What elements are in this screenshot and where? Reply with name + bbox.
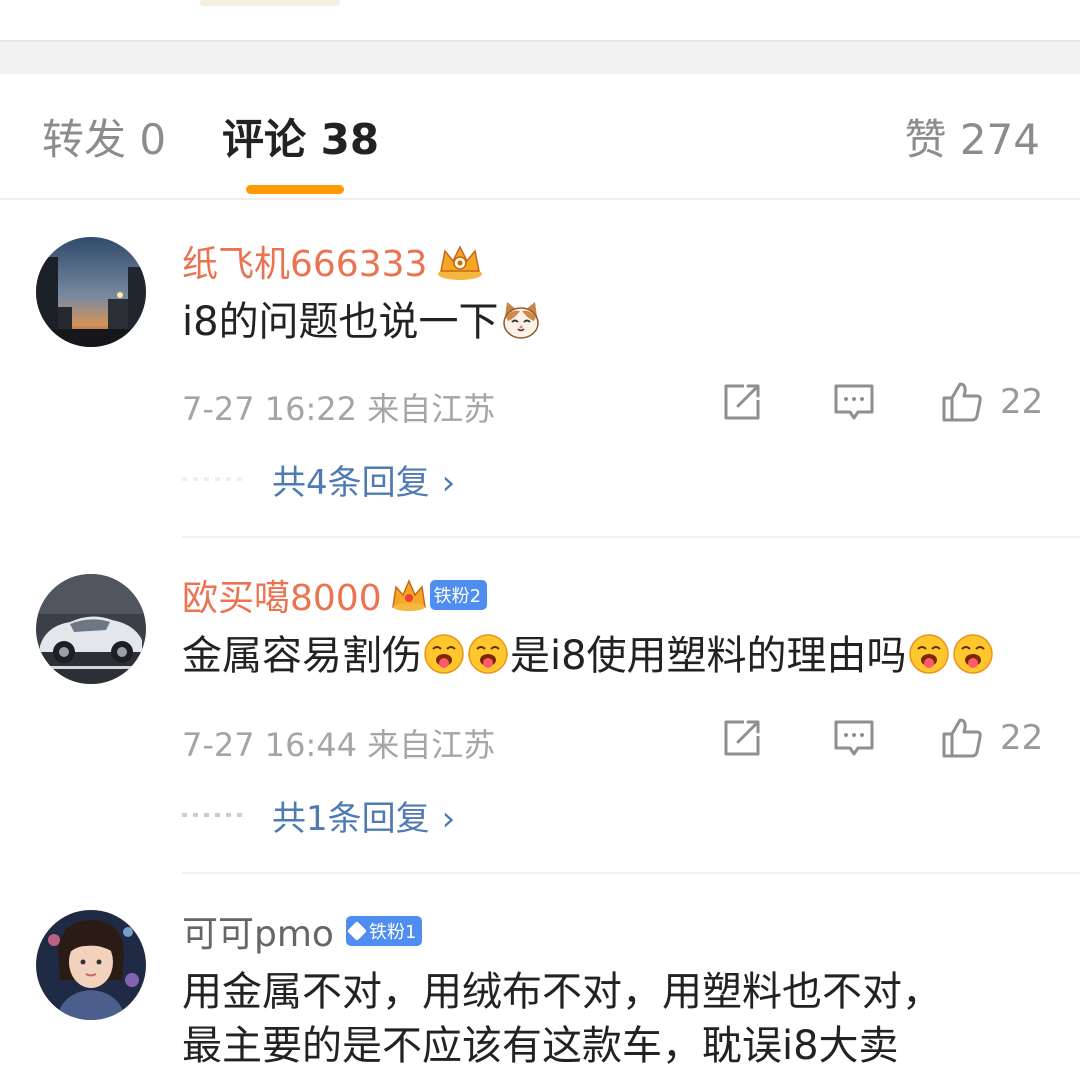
- share-icon: [724, 720, 760, 756]
- username[interactable]: 纸飞机666333: [182, 235, 427, 287]
- top-strip: [0, 0, 1080, 40]
- replies-row: 共1条回复 ›: [182, 790, 455, 840]
- avatar[interactable]: [36, 574, 146, 684]
- avatar-person-image: [36, 910, 146, 1020]
- comment-text: 金属容易割伤 是i8使用塑料的理由吗: [182, 630, 1062, 682]
- chevron-right-icon: ›: [441, 462, 456, 503]
- like-icon: [942, 718, 982, 758]
- comment-icon: [834, 384, 874, 420]
- comment-time-location: 7-27 16:44 来自江苏: [182, 720, 495, 766]
- crown-icon: [435, 241, 485, 281]
- crown-icon: [390, 577, 428, 613]
- top-residual-content: [200, 0, 340, 6]
- diamond-icon: [347, 921, 367, 941]
- comment-header: 可可pmo 铁粉1: [182, 905, 423, 957]
- comment-text-line: 最主要的是不应该有这款车，耽误i8大卖: [182, 1023, 899, 1069]
- like-button[interactable]: 22: [940, 716, 1043, 760]
- reply-thread-dots: [182, 477, 248, 481]
- tongue-face-emoji: [423, 633, 465, 675]
- fan-level-badge: 铁粉1: [345, 916, 423, 946]
- fan-level-badge: 铁粉2: [429, 580, 488, 610]
- share-button[interactable]: [720, 716, 764, 760]
- avatar-car-image: [36, 574, 146, 684]
- comment-header: 纸飞机666333: [182, 236, 485, 286]
- comment-text: i8的问题也说一下: [182, 296, 1062, 348]
- section-separator: [0, 40, 1080, 74]
- username[interactable]: 欧买噶8000: [182, 569, 382, 621]
- like-button[interactable]: 22: [940, 380, 1043, 424]
- comment-meta: 7-27 16:44 来自江苏 22: [182, 714, 1044, 764]
- comment-button[interactable]: [832, 380, 876, 424]
- like-icon: [942, 382, 982, 422]
- comment-time: 7-27 16:22: [182, 390, 358, 428]
- comment-location: 来自江苏: [367, 390, 496, 428]
- tab-comments[interactable]: 评论 38: [222, 114, 379, 166]
- comment-button[interactable]: [832, 716, 876, 760]
- active-tab-indicator: [246, 185, 344, 194]
- comment-location: 来自江苏: [367, 726, 496, 764]
- comment-header: 欧买噶8000 铁粉2: [182, 569, 488, 621]
- comment-time: 7-27 16:44: [182, 726, 358, 764]
- view-replies-link[interactable]: 共4条回复 ›: [272, 455, 455, 504]
- comment-text-line: 用金属不对，用绒布不对，用塑料也不对，: [182, 969, 942, 1015]
- avatar[interactable]: [36, 910, 146, 1020]
- cat-face-emoji: [500, 299, 542, 341]
- tab-likes[interactable]: 赞 274: [904, 114, 1040, 166]
- comment-item: 可可pmo 铁粉1 用金属不对，用绒布不对，用塑料也不对， 最主要的是不应该有这…: [0, 874, 1080, 1080]
- comment-time-location: 7-27 16:22 来自江苏: [182, 384, 495, 430]
- reply-thread-dots: [182, 813, 248, 817]
- replies-row: 共4条回复 ›: [182, 454, 455, 504]
- share-icon: [724, 384, 760, 420]
- avatar-city-night-image: [36, 237, 146, 347]
- share-button[interactable]: [720, 380, 764, 424]
- like-count: 22: [1000, 718, 1044, 758]
- comment-item: 纸飞机666333 i8的问题也说一下 7-27 16:22 来自江苏 22 共…: [0, 200, 1080, 540]
- tongue-face-emoji: [467, 633, 509, 675]
- comment-item: 欧买噶8000 铁粉2 金属容易割伤 是i8使用塑料的理由吗 7-27 16:4…: [0, 538, 1080, 874]
- avatar[interactable]: [36, 237, 146, 347]
- comment-meta: 7-27 16:22 来自江苏 22: [182, 378, 1044, 428]
- tongue-face-emoji: [952, 633, 994, 675]
- username[interactable]: 可可pmo: [182, 905, 334, 957]
- tongue-face-emoji: [908, 633, 950, 675]
- tab-bar: 转发 0 评论 38 赞 274: [0, 74, 1080, 200]
- comment-icon: [834, 720, 874, 756]
- view-replies-link[interactable]: 共1条回复 ›: [272, 791, 455, 840]
- like-count: 22: [1000, 382, 1044, 422]
- tab-repost[interactable]: 转发 0: [42, 114, 166, 166]
- chevron-right-icon: ›: [441, 798, 456, 839]
